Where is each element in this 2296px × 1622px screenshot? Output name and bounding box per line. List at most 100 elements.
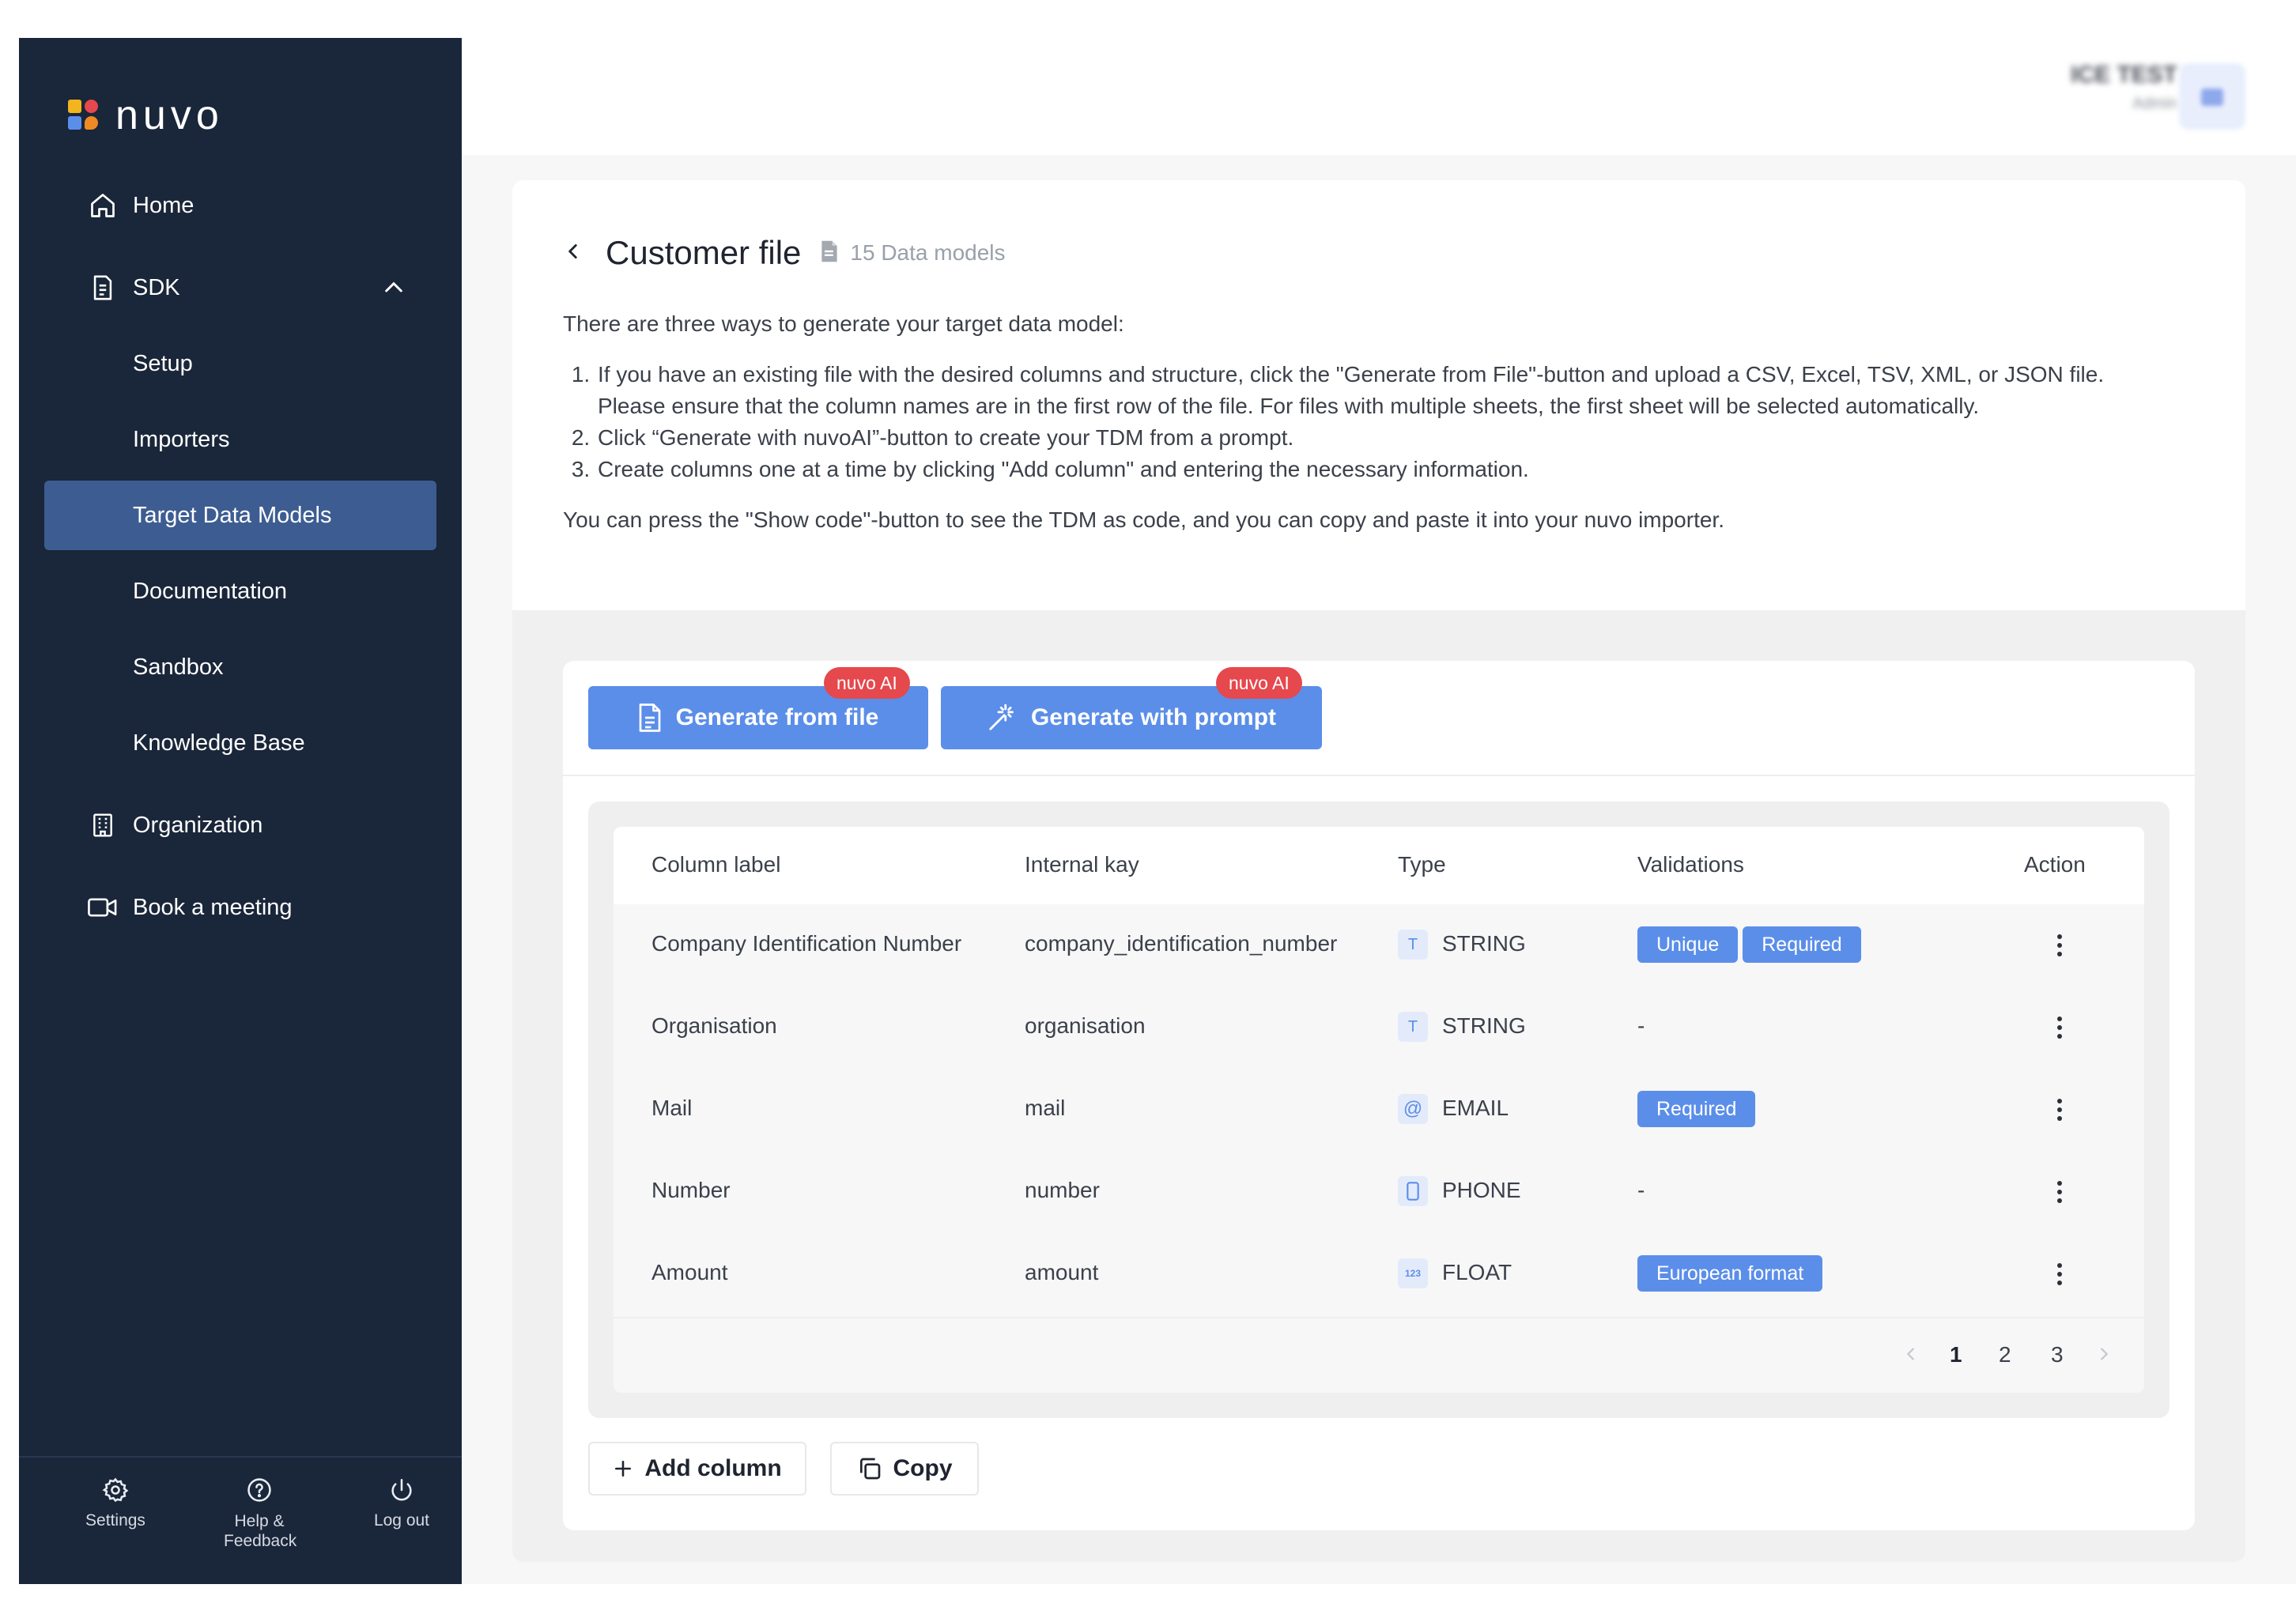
- intro-text: There are three ways to generate your ta…: [563, 308, 2176, 536]
- cell-label: Number: [651, 1178, 731, 1202]
- phone-icon: [1398, 1176, 1428, 1206]
- cell-key: organisation: [1025, 1013, 1146, 1038]
- back-arrow-icon[interactable]: [563, 241, 583, 266]
- sidebar-item-label: Target Data Models: [133, 502, 332, 528]
- cell-type: STRING: [1442, 1013, 1526, 1038]
- cell-key: number: [1025, 1178, 1100, 1202]
- settings-button[interactable]: Settings: [44, 1477, 187, 1530]
- row-menu-icon[interactable]: [2057, 934, 2064, 960]
- magic-wand-icon: [989, 703, 1014, 730]
- validation-tag: Required: [1637, 1091, 1756, 1127]
- home-icon: [87, 190, 119, 221]
- card-divider: [563, 775, 2195, 776]
- user-role: Admin: [2132, 95, 2177, 112]
- plus-icon: [615, 1461, 632, 1477]
- add-column-button[interactable]: Add column: [588, 1442, 806, 1496]
- sidebar-item-label: Documentation: [133, 578, 288, 604]
- sidebar-item-sdk[interactable]: SDK: [44, 253, 436, 323]
- copy-icon: [859, 1458, 880, 1480]
- table-row[interactable]: Organisation organisation T STRING -: [614, 986, 2144, 1069]
- sidebar-item-documentation[interactable]: Documentation: [44, 556, 436, 626]
- table-row[interactable]: Company Identification Number company_id…: [614, 904, 2144, 986]
- logout-label: Log out: [373, 1511, 430, 1530]
- cell-key: company_identification_number: [1025, 931, 1338, 956]
- cell-validations: -: [1637, 1013, 1645, 1038]
- avatar[interactable]: [2179, 63, 2245, 130]
- help-icon: [247, 1478, 271, 1502]
- sidebar-item-label: Importers: [133, 426, 230, 452]
- row-menu-icon[interactable]: [2057, 1263, 2064, 1289]
- validation-tag: Unique: [1637, 926, 1739, 963]
- table-header: Column label Internal kay Type Validatio…: [614, 827, 2144, 904]
- sidebar-item-label: Knowledge Base: [133, 730, 305, 756]
- copy-button[interactable]: Copy: [830, 1442, 979, 1496]
- gear-icon: [102, 1477, 129, 1503]
- page-3-button[interactable]: 3: [2051, 1342, 2064, 1367]
- column-header-label: Column label: [651, 852, 781, 877]
- video-icon: [87, 892, 119, 923]
- sidebar-item-label: Setup: [133, 350, 193, 376]
- generate-from-file-label: Generate from file: [675, 704, 879, 730]
- user-info[interactable]: ICE TEST Admin: [2071, 62, 2177, 113]
- sidebar-item-organization[interactable]: Organization: [44, 790, 436, 860]
- validation-tag: European format: [1637, 1255, 1823, 1292]
- page-1-button[interactable]: 1: [1950, 1342, 1962, 1367]
- help-feedback-button[interactable]: Help & Feedback: [188, 1477, 330, 1551]
- text-type-icon: T: [1398, 1012, 1428, 1042]
- logout-button[interactable]: Log out: [330, 1477, 473, 1530]
- table-row[interactable]: Amount amount 123 FLOAT European format: [614, 1233, 2144, 1315]
- intro-heading: There are three ways to generate your ta…: [563, 311, 1124, 336]
- add-column-label: Add column: [644, 1455, 782, 1481]
- sidebar-item-book-meeting[interactable]: Book a meeting: [44, 873, 436, 942]
- top-bar: ICE TEST Admin: [462, 0, 2296, 155]
- chevron-up-icon[interactable]: [381, 275, 406, 307]
- step-item: Create columns one at a time by clicking…: [596, 454, 2176, 485]
- document-icon: [87, 272, 119, 304]
- sidebar-item-sandbox[interactable]: Sandbox: [44, 632, 436, 702]
- cell-validations: Required: [1637, 1091, 1760, 1127]
- sidebar-item-home[interactable]: Home: [44, 171, 436, 240]
- copy-label: Copy: [893, 1455, 953, 1481]
- steps-list: If you have an existing file with the de…: [563, 359, 2176, 485]
- sidebar-item-setup[interactable]: Setup: [44, 329, 436, 398]
- nuvo-ai-badge: nuvo AI: [824, 667, 910, 699]
- cell-key: amount: [1025, 1260, 1099, 1284]
- main-card: Customer file 15 Data models There are t…: [512, 180, 2245, 1562]
- settings-label: Settings: [85, 1511, 145, 1530]
- chevron-right-icon[interactable]: [2095, 1345, 2113, 1367]
- cell-validations: -: [1637, 1178, 1645, 1202]
- cell-validations: European format: [1637, 1255, 1827, 1292]
- row-menu-icon[interactable]: [2057, 1181, 2064, 1207]
- pagination: 1 2 3: [614, 1317, 2144, 1393]
- cell-validations: Unique Required: [1637, 926, 1866, 963]
- data-model-count: 15 Data models: [850, 240, 1006, 265]
- cell-type: EMAIL: [1442, 1096, 1509, 1120]
- sidebar-divider: [19, 1456, 462, 1458]
- validation-tag: Required: [1743, 926, 1861, 963]
- building-icon: [87, 809, 119, 841]
- table-row[interactable]: Number number PHONE -: [614, 1151, 2144, 1233]
- table-row[interactable]: Mail mail @ EMAIL Required: [614, 1069, 2144, 1151]
- logo-wordmark: nuvo: [115, 92, 224, 138]
- info-panel: Customer file 15 Data models There are t…: [512, 180, 2245, 610]
- chevron-left-icon[interactable]: [1902, 1345, 1920, 1367]
- sidebar-item-knowledge-base[interactable]: Knowledge Base: [44, 708, 436, 778]
- nuvo-ai-badge: nuvo AI: [1216, 667, 1302, 699]
- sidebar-item-target-data-models[interactable]: Target Data Models: [44, 481, 436, 550]
- row-menu-icon[interactable]: [2057, 1099, 2064, 1125]
- sidebar-item-label: Sandbox: [133, 654, 224, 680]
- row-menu-icon[interactable]: [2057, 1017, 2064, 1043]
- sidebar-item-label: Organization: [133, 812, 263, 838]
- page-title: Customer file: [606, 234, 802, 271]
- tdm-table-card: Generate from file nuvo AI Generate with…: [563, 661, 2195, 1530]
- nuvo-logo[interactable]: nuvo: [68, 92, 224, 139]
- power-icon: [391, 1478, 412, 1501]
- page-2-button[interactable]: 2: [1999, 1342, 2011, 1367]
- cell-type: STRING: [1442, 931, 1526, 956]
- intro-footer: You can press the "Show code"-button to …: [563, 507, 1724, 532]
- tdm-table: Column label Internal kay Type Validatio…: [614, 827, 2144, 1393]
- column-header-key: Internal kay: [1025, 852, 1139, 877]
- file-icon: [820, 240, 839, 267]
- sidebar-item-importers[interactable]: Importers: [44, 405, 436, 474]
- sidebar: nuvo Home SDK Setup Importers Target Dat…: [19, 38, 462, 1584]
